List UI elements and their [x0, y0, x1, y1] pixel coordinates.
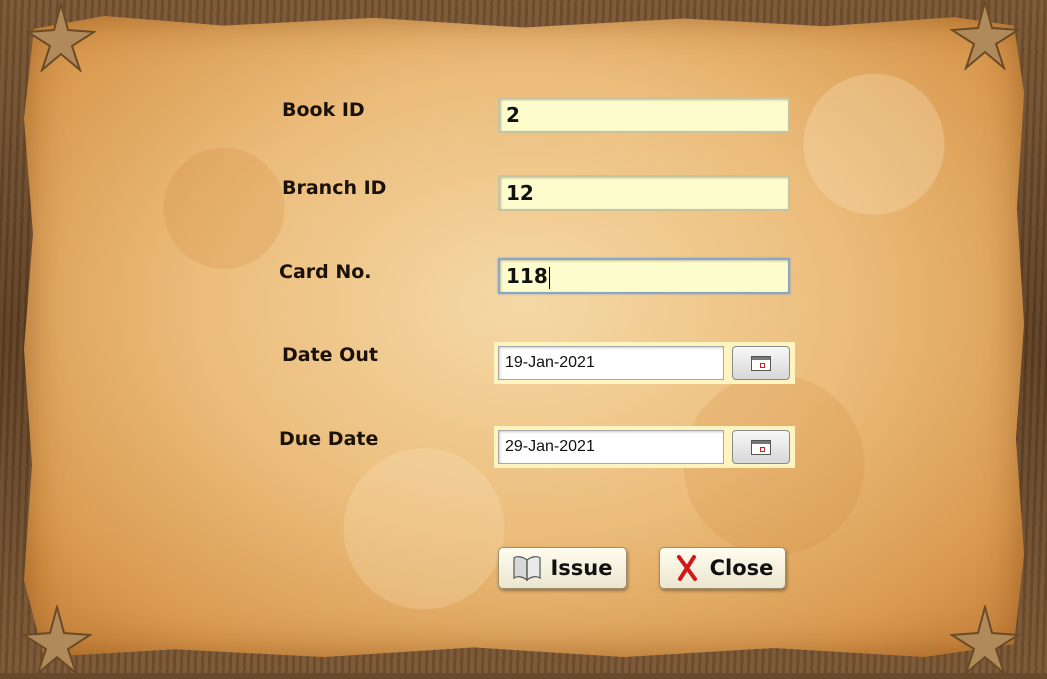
book-icon — [512, 553, 542, 583]
due-date-label: Due Date — [279, 428, 379, 450]
close-button[interactable]: Close — [659, 547, 786, 589]
calendar-icon — [751, 439, 771, 455]
branch-id-label: Branch ID — [282, 177, 387, 199]
issue-button[interactable]: Issue — [498, 547, 627, 589]
date-out-picker: 19-Jan-2021 — [494, 342, 795, 384]
card-no-input[interactable]: 118 — [498, 258, 790, 294]
corner-star-icon — [20, 603, 94, 677]
close-button-label: Close — [709, 556, 774, 580]
due-date-calendar-button[interactable] — [732, 430, 790, 464]
due-date-field[interactable]: 29-Jan-2021 — [498, 430, 724, 464]
book-id-input[interactable]: 2 — [498, 97, 790, 133]
due-date-picker: 29-Jan-2021 — [494, 426, 795, 468]
date-out-field[interactable]: 19-Jan-2021 — [498, 346, 724, 380]
calendar-icon — [751, 355, 771, 371]
date-out-calendar-button[interactable] — [732, 346, 790, 380]
issue-button-label: Issue — [550, 556, 613, 580]
corner-star-icon — [948, 0, 1022, 72]
corner-star-icon — [24, 0, 98, 74]
book-id-label: Book ID — [282, 99, 365, 121]
card-no-value: 118 — [506, 264, 548, 288]
card-no-label: Card No. — [279, 261, 372, 283]
branch-id-value: 12 — [506, 181, 534, 205]
branch-id-input[interactable]: 12 — [498, 175, 790, 211]
close-x-icon — [672, 553, 702, 583]
text-caret — [548, 266, 550, 289]
book-id-value: 2 — [506, 103, 520, 127]
date-out-label: Date Out — [282, 344, 378, 366]
corner-star-icon — [948, 603, 1022, 677]
